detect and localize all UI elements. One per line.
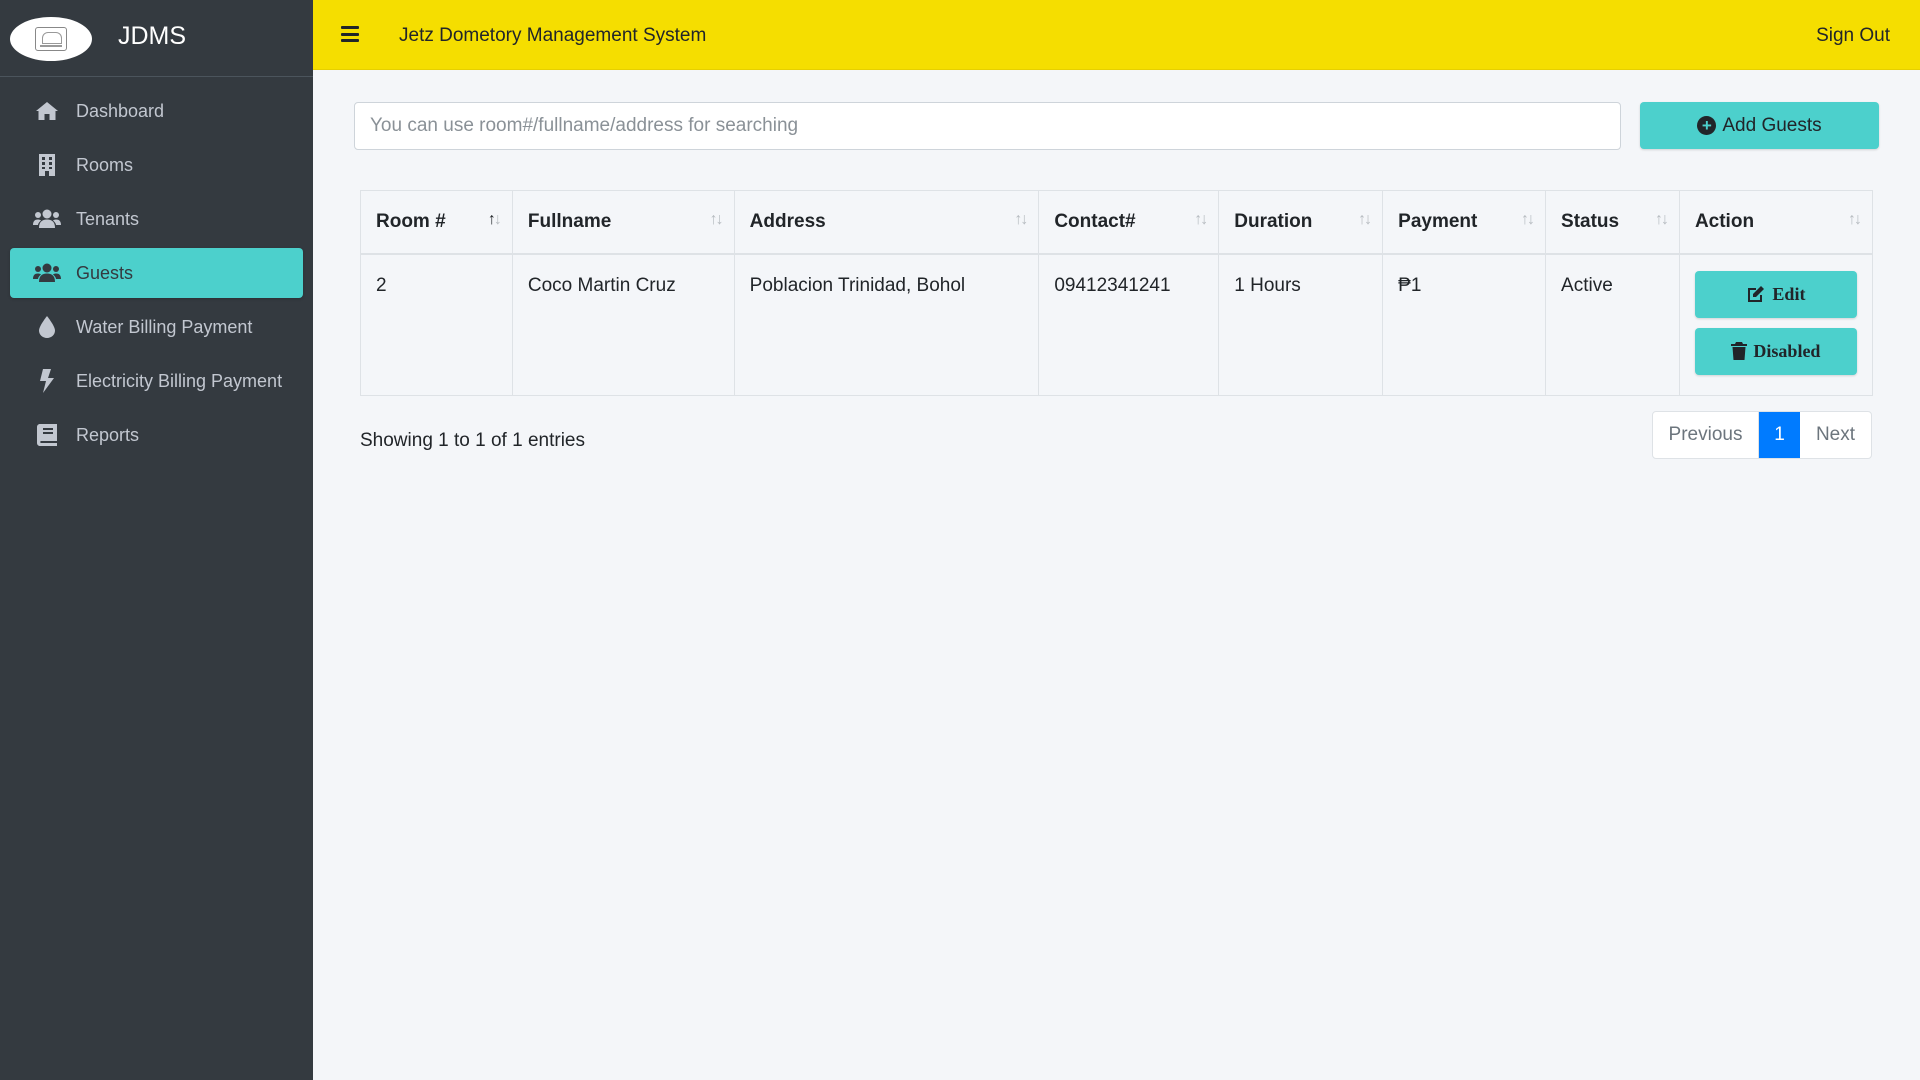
column-header-fullname[interactable]: Fullname ↑↓ xyxy=(511,190,735,255)
table-info: Showing 1 to 1 of 1 entries xyxy=(360,430,585,451)
menu-toggle-icon[interactable] xyxy=(341,26,359,42)
sidebar-item-water-billing[interactable]: Water Billing Payment xyxy=(10,302,303,352)
brand-logo xyxy=(10,17,92,61)
page-title: Jetz Dometory Management System xyxy=(399,25,707,46)
sidebar-item-label: Reports xyxy=(76,424,140,445)
guests-table: Room # ↑↓ Fullname ↑↓ Address ↑↓ Contact# ↑↓… xyxy=(360,190,1874,396)
next-page-button[interactable]: Next xyxy=(1800,412,1871,458)
sidebar-item-label: Guests xyxy=(76,262,134,283)
sort-icon: ↑↓ xyxy=(1358,211,1372,228)
cell-duration: 1 Hours xyxy=(1218,253,1384,396)
sidebar-item-guests[interactable]: Guests xyxy=(10,248,303,298)
sort-icon: ↑↓ xyxy=(1654,211,1669,228)
sidebar-item-rooms[interactable]: Rooms xyxy=(10,140,303,190)
column-label: Status xyxy=(1561,211,1620,232)
sidebar-item-electricity-billing[interactable]: Electricity Billing Payment xyxy=(10,356,303,406)
sidebar-item-label: Water Billing Payment xyxy=(76,316,253,337)
building-icon xyxy=(26,154,68,176)
add-guests-button[interactable]: + Add Guests xyxy=(1640,102,1879,149)
sidebar-item-label: Electricity Billing Payment xyxy=(76,370,283,391)
sidebar-item-label: Dashboard xyxy=(76,100,165,121)
column-header-room[interactable]: Room # ↑↓ xyxy=(360,190,513,255)
disable-label: Disabled xyxy=(1753,340,1821,361)
cell-payment: ₱1 xyxy=(1382,253,1547,396)
disable-button[interactable]: Disabled xyxy=(1694,327,1857,375)
users-icon xyxy=(26,263,68,283)
sidebar-item-label: Tenants xyxy=(76,208,140,229)
brand[interactable]: JDMS xyxy=(0,0,313,77)
column-header-status[interactable]: Status ↑↓ xyxy=(1545,190,1680,255)
plus-circle-icon: + xyxy=(1697,116,1717,135)
column-header-payment[interactable]: Payment ↑↓ xyxy=(1382,190,1547,255)
pagination: Previous 1 Next xyxy=(1652,411,1872,459)
sidebar: JDMS Dashboard Rooms Tenants Guests Wate… xyxy=(0,0,313,1080)
table-row: 2 Coco Martin Cruz Poblacion Trinidad, B… xyxy=(360,253,1874,396)
column-label: Action xyxy=(1694,211,1755,232)
users-icon xyxy=(26,209,68,229)
sidebar-item-reports[interactable]: Reports xyxy=(10,410,303,460)
sort-icon: ↑↓ xyxy=(1194,211,1208,228)
sidebar-item-label: Rooms xyxy=(76,154,134,175)
edit-button[interactable]: Edit xyxy=(1694,270,1857,318)
column-header-address[interactable]: Address ↑↓ xyxy=(733,190,1040,255)
column-label: Address xyxy=(749,211,826,232)
sort-icon: ↑↓ xyxy=(709,211,724,228)
previous-page-button[interactable]: Previous xyxy=(1653,412,1759,458)
home-icon xyxy=(26,101,68,121)
table-header-row: Room # ↑↓ Fullname ↑↓ Address ↑↓ Contact# ↑↓… xyxy=(360,190,1874,255)
column-header-contact[interactable]: Contact# ↑↓ xyxy=(1038,190,1220,255)
sort-icon: ↑↓ xyxy=(1521,211,1535,228)
column-label: Contact# xyxy=(1054,211,1136,232)
bolt-icon xyxy=(26,369,68,393)
column-header-duration[interactable]: Duration ↑↓ xyxy=(1218,190,1384,255)
cell-actions: Edit Disabled xyxy=(1678,253,1874,396)
sort-icon: ↑↓ xyxy=(1848,211,1862,228)
sidebar-nav: Dashboard Rooms Tenants Guests Water Bil… xyxy=(0,77,313,460)
cell-fullname: Coco Martin Cruz xyxy=(511,253,735,396)
sort-icon: ↑↓ xyxy=(487,211,502,228)
column-label: Room # xyxy=(376,211,446,232)
sidebar-item-tenants[interactable]: Tenants xyxy=(10,194,303,244)
cell-room: 2 xyxy=(360,253,513,396)
column-label: Fullname xyxy=(527,211,612,232)
add-guests-label: Add Guests xyxy=(1722,114,1822,136)
cell-contact: 09412341241 xyxy=(1038,253,1220,396)
brand-title: JDMS xyxy=(118,22,187,50)
book-icon xyxy=(26,424,68,446)
top-navbar: Jetz Dometory Management System Sign Out xyxy=(313,0,1920,70)
search-input[interactable] xyxy=(354,102,1621,150)
sign-out-link[interactable]: Sign Out xyxy=(1816,25,1890,47)
edit-label: Edit xyxy=(1772,283,1806,304)
trash-icon xyxy=(1731,342,1748,360)
column-header-action[interactable]: Action ↑↓ xyxy=(1678,190,1874,255)
sidebar-item-dashboard[interactable]: Dashboard xyxy=(10,86,303,136)
cell-status: Active xyxy=(1545,253,1680,396)
column-label: Duration xyxy=(1234,211,1313,232)
cell-address: Poblacion Trinidad, Bohol xyxy=(733,253,1040,396)
edit-icon xyxy=(1748,286,1765,302)
water-drop-icon xyxy=(26,316,68,338)
sort-icon: ↑↓ xyxy=(1014,211,1028,228)
page-number-button[interactable]: 1 xyxy=(1759,412,1800,458)
column-label: Payment xyxy=(1398,211,1478,232)
